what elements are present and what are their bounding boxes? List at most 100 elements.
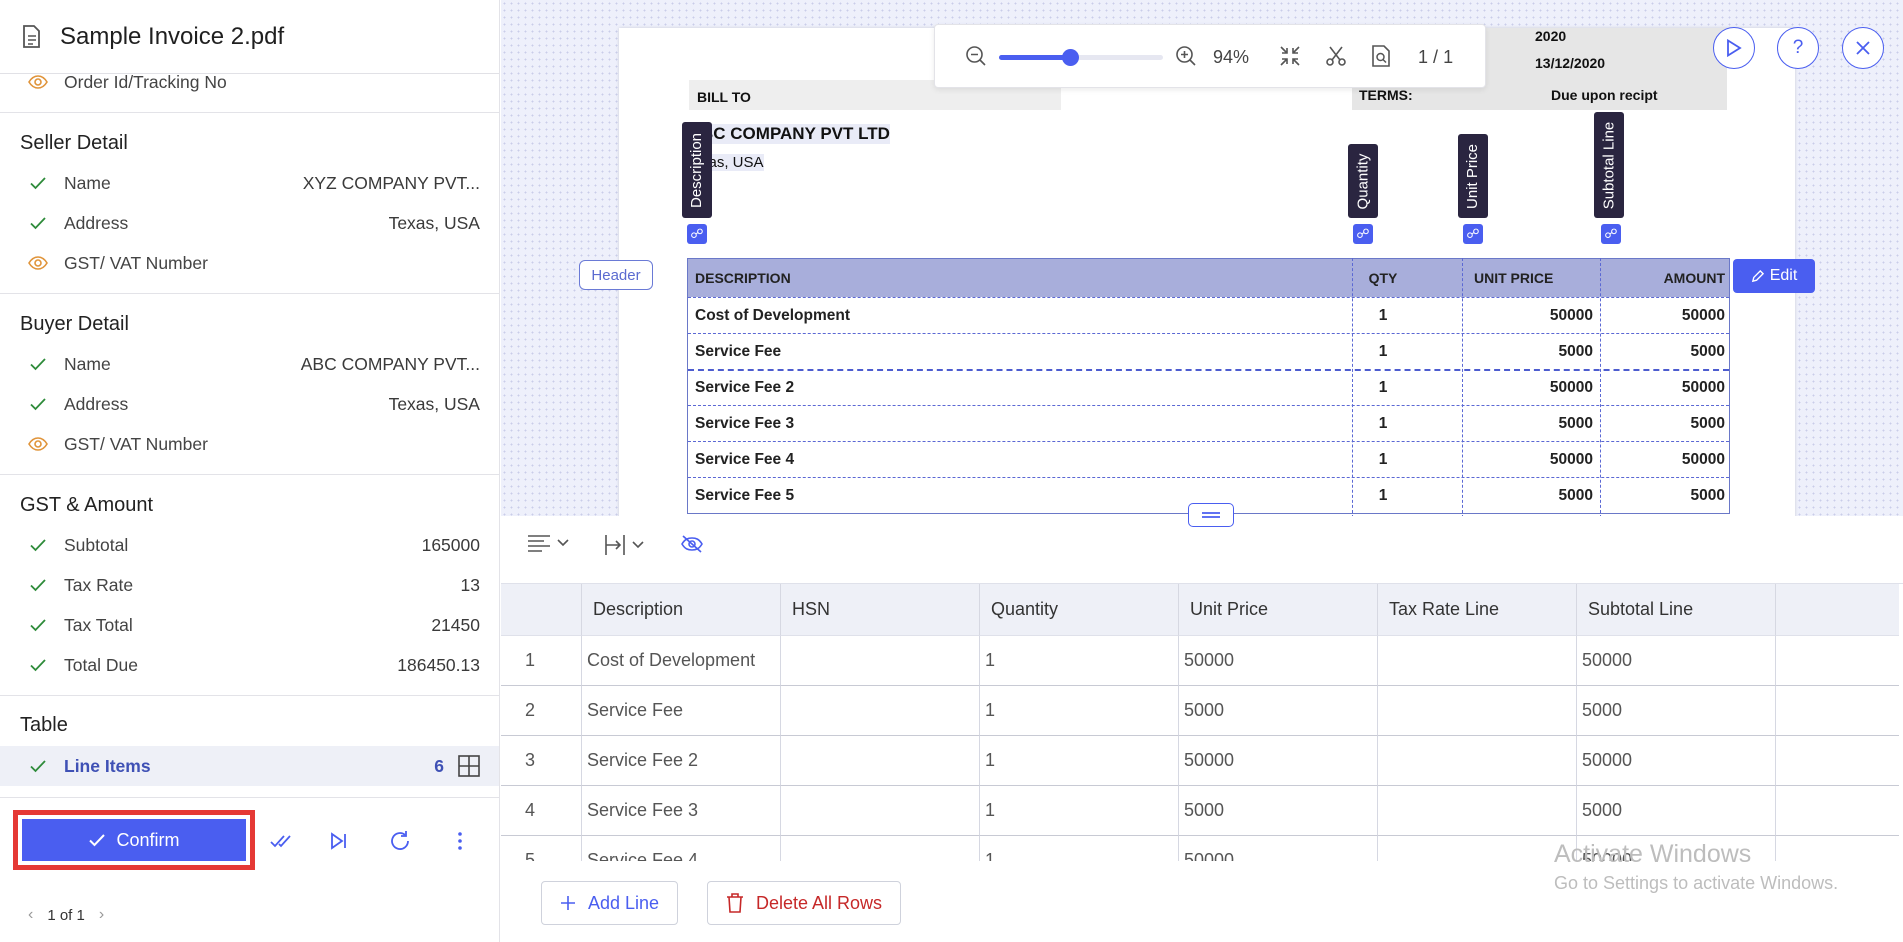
column-divider[interactable]: [1462, 258, 1463, 516]
grid-cell[interactable]: 1: [980, 736, 1179, 786]
field-buyer-gst-vat-number[interactable]: GST/ VAT Number: [0, 425, 499, 463]
grid-cell[interactable]: Service Fee 2: [582, 736, 781, 786]
column-header-tax-rate-line[interactable]: Tax Rate Line: [1378, 584, 1577, 636]
field-seller-address[interactable]: Address Texas, USA: [0, 204, 499, 242]
grid-cell[interactable]: 1: [980, 636, 1179, 686]
column-header-description[interactable]: Description: [582, 584, 781, 636]
field-gst-total-due[interactable]: Total Due 186450.13: [0, 646, 499, 684]
invoice-cell: 50000: [1549, 379, 1593, 396]
confirm-button[interactable]: Confirm: [22, 819, 246, 861]
close-button[interactable]: [1842, 27, 1884, 69]
column-tag-subtotal-line[interactable]: Subtotal Line: [1594, 112, 1624, 218]
column-header-subtotal-line[interactable]: Subtotal Line: [1577, 584, 1776, 636]
column-header-quantity[interactable]: Quantity: [980, 584, 1179, 636]
invoice-cell: Service Fee 3: [695, 414, 795, 432]
field-order-id[interactable]: Order Id/Tracking No: [0, 62, 499, 102]
column-tag-description[interactable]: Description: [682, 122, 712, 218]
grid-cell[interactable]: 50000: [1577, 736, 1776, 786]
grid-cell[interactable]: [1378, 736, 1577, 786]
field-buyer-address[interactable]: Address Texas, USA: [0, 385, 499, 423]
header-row-chip[interactable]: Header: [579, 260, 653, 290]
trash-icon: [727, 893, 743, 913]
toggle-highlight-button[interactable]: [680, 534, 704, 554]
confirm-all-button[interactable]: [268, 826, 298, 856]
grid-cell[interactable]: [781, 636, 980, 686]
field-label: Line Items: [64, 755, 151, 776]
refresh-button[interactable]: [385, 826, 415, 856]
link-icon[interactable]: ☍: [1601, 224, 1621, 244]
align-dropdown[interactable]: [527, 534, 569, 552]
invoice-table-row: Service Fee 2 1 50000 50000: [688, 369, 1729, 405]
grid-cell[interactable]: [1378, 636, 1577, 686]
field-line-items[interactable]: Line Items 6: [0, 746, 499, 786]
grid-cell[interactable]: [1378, 686, 1577, 736]
grid-cell[interactable]: [781, 836, 980, 861]
invoice-cell: Service Fee 2: [695, 379, 795, 396]
field-gst-subtotal[interactable]: Subtotal 165000: [0, 526, 499, 564]
invoice-cell: 5000: [1690, 486, 1725, 504]
edit-table-button[interactable]: Edit: [1733, 259, 1815, 293]
grid-cell[interactable]: 50000: [1179, 836, 1378, 861]
grid-cell[interactable]: [1378, 836, 1577, 861]
invoice-cell: 50000: [1681, 379, 1725, 396]
delete-all-rows-button[interactable]: Delete All Rows: [707, 881, 902, 925]
field-gst-tax-rate[interactable]: Tax Rate 13: [0, 566, 499, 604]
panel-resize-handle[interactable]: [1188, 503, 1234, 527]
fit-page-button[interactable]: [1279, 45, 1301, 67]
add-line-button[interactable]: Add Line: [541, 881, 679, 925]
play-button[interactable]: [1713, 27, 1755, 69]
grid-cell[interactable]: 5000: [1577, 786, 1776, 836]
help-button[interactable]: ?: [1777, 27, 1819, 69]
link-icon[interactable]: ☍: [1463, 224, 1483, 244]
grid-cell[interactable]: 50000: [1577, 636, 1776, 686]
table-grid-icon[interactable]: [458, 755, 480, 777]
grid-cell[interactable]: 1: [980, 836, 1179, 861]
grid-row-filler: [1776, 686, 1899, 736]
grid-cell[interactable]: [781, 686, 980, 736]
grid-cell[interactable]: Service Fee: [582, 686, 781, 736]
link-icon[interactable]: ☍: [1353, 224, 1373, 244]
field-seller-gst-vat-number[interactable]: GST/ VAT Number: [0, 244, 499, 282]
grid-cell[interactable]: 5000: [1179, 686, 1378, 736]
zoom-out-button[interactable]: [965, 45, 987, 67]
grid-cell[interactable]: [781, 786, 980, 836]
grid-cell[interactable]: Service Fee 4: [582, 836, 781, 861]
invoice-cell: 50000: [1681, 450, 1725, 468]
page-search-button[interactable]: [1371, 45, 1391, 67]
grid-cell[interactable]: 1: [980, 686, 1179, 736]
split-button[interactable]: [1325, 45, 1347, 67]
field-value: 186450.13: [397, 654, 480, 675]
column-tag-quantity[interactable]: Quantity: [1348, 144, 1378, 218]
chevron-left-icon[interactable]: ‹: [28, 906, 33, 924]
grid-cell[interactable]: [1378, 786, 1577, 836]
grid-cell[interactable]: 5000: [1577, 686, 1776, 736]
zoom-in-button[interactable]: [1175, 45, 1197, 67]
column-divider[interactable]: [1600, 258, 1601, 516]
invoice-cell: Service Fee: [695, 342, 782, 360]
check-icon: [30, 217, 46, 230]
column-header-hsn[interactable]: HSN: [781, 584, 980, 636]
link-icon[interactable]: ☍: [687, 224, 707, 244]
more-options-button[interactable]: [445, 826, 475, 856]
skip-next-button[interactable]: [324, 826, 354, 856]
zoom-slider[interactable]: [999, 49, 1163, 66]
check-icon: [30, 177, 46, 190]
grid-cell[interactable]: 50000: [1179, 636, 1378, 686]
grid-cell[interactable]: [781, 736, 980, 786]
row-number: 2: [501, 686, 582, 736]
column-divider[interactable]: [1352, 258, 1353, 516]
grid-cell[interactable]: 1: [980, 786, 1179, 836]
grid-cell[interactable]: Service Fee 3: [582, 786, 781, 836]
column-tag-label: Unit Price: [1464, 143, 1482, 209]
field-seller-name[interactable]: Name XYZ COMPANY PVT...: [0, 164, 499, 202]
grid-cell[interactable]: 5000: [1179, 786, 1378, 836]
grid-cell[interactable]: 50000: [1179, 736, 1378, 786]
zoom-slider-thumb[interactable]: [1061, 49, 1079, 66]
column-tag-unit-price[interactable]: Unit Price: [1458, 134, 1488, 218]
grid-cell[interactable]: Cost of Development: [582, 636, 781, 686]
column-width-dropdown[interactable]: [604, 534, 644, 556]
field-gst-tax-total[interactable]: Tax Total 21450: [0, 606, 499, 644]
field-buyer-name[interactable]: Name ABC COMPANY PVT...: [0, 345, 499, 383]
chevron-right-icon[interactable]: ›: [99, 906, 104, 924]
column-header-unit-price[interactable]: Unit Price: [1179, 584, 1378, 636]
